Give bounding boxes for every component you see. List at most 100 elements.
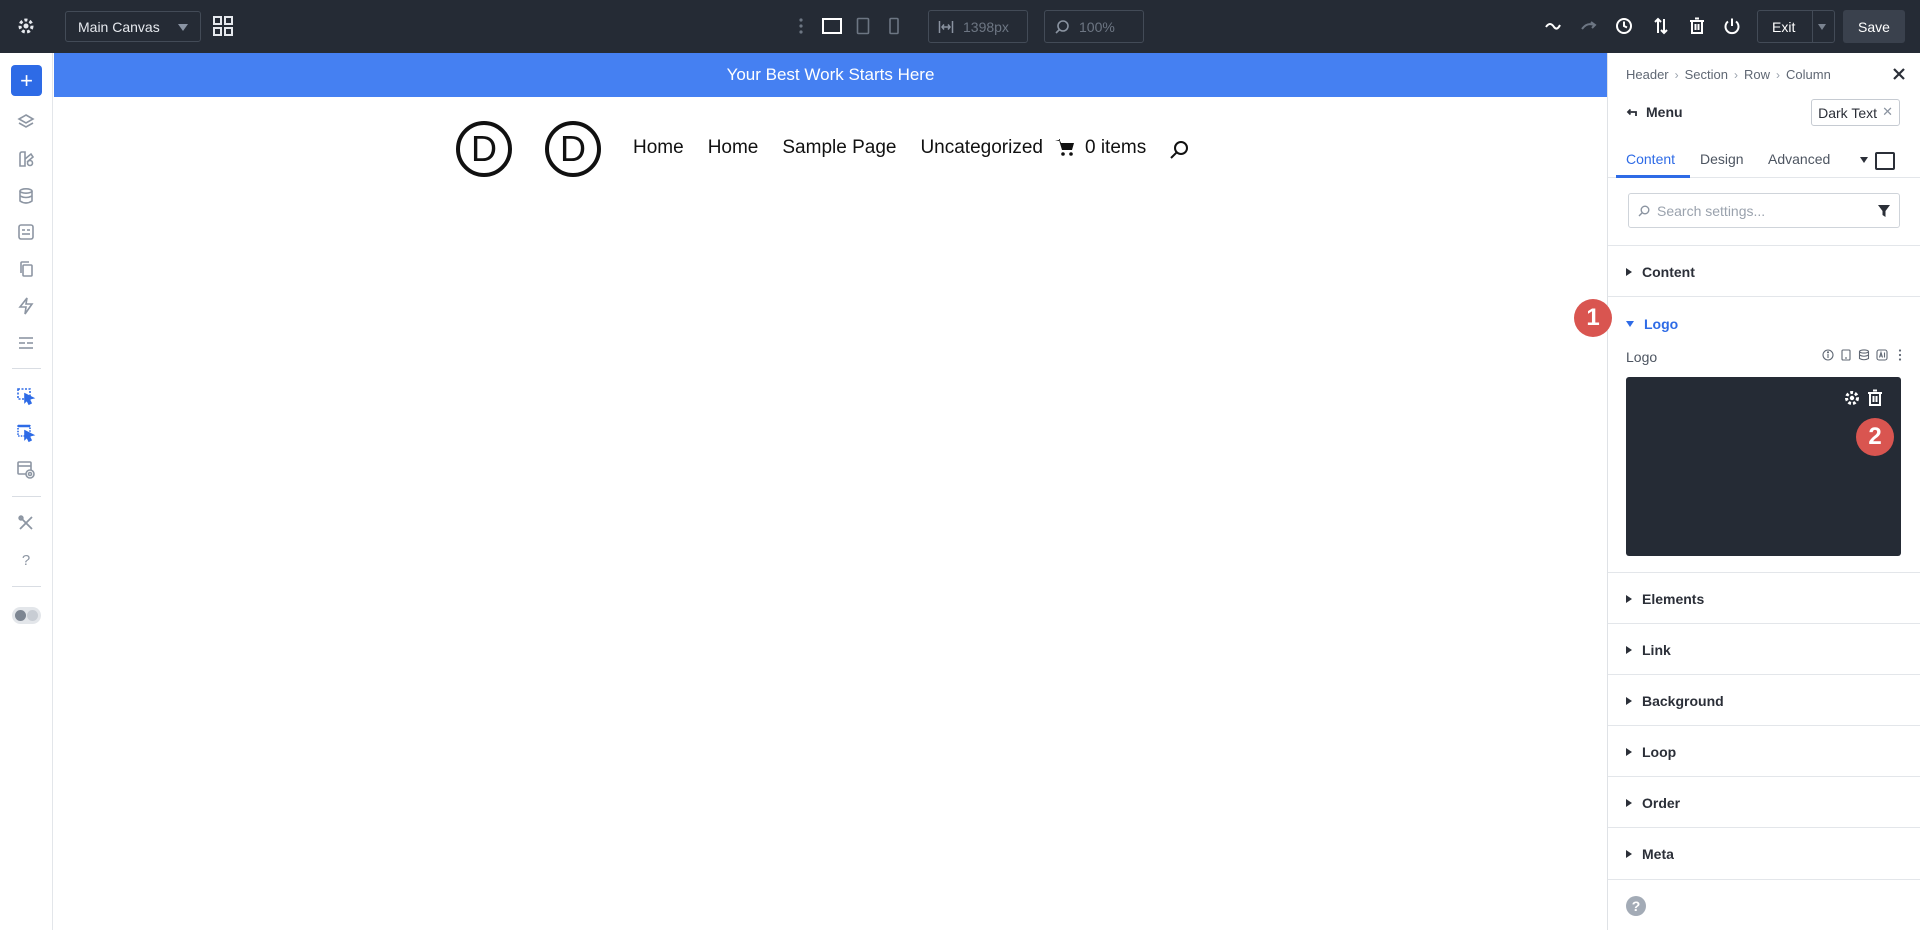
theme-toggle[interactable] — [12, 607, 41, 624]
site-logo-secondary[interactable]: D — [545, 121, 601, 177]
info-icon[interactable] — [1822, 349, 1834, 361]
logo-upload-field[interactable] — [1626, 377, 1901, 556]
responsive-icon[interactable] — [1840, 349, 1852, 361]
click-mode-icon[interactable] — [15, 385, 37, 407]
chevron-right-icon — [1626, 850, 1632, 858]
preview-mode-icon[interactable] — [15, 459, 37, 481]
divider — [1812, 11, 1813, 42]
chevron-right-icon — [1626, 748, 1632, 756]
chevron-right-icon — [1626, 646, 1632, 654]
pages-copy-icon[interactable] — [15, 258, 37, 280]
group-meta[interactable]: Meta — [1608, 828, 1920, 880]
remove-preset-icon[interactable]: ✕ — [1882, 104, 1893, 120]
more-vertical-icon[interactable] — [796, 15, 806, 37]
trash-icon[interactable] — [1686, 15, 1708, 37]
ai-icon[interactable] — [1876, 349, 1888, 361]
chevron-right-icon — [1626, 697, 1632, 705]
design-library-icon[interactable] — [15, 148, 37, 170]
gear-icon[interactable] — [1843, 389, 1861, 407]
module-title: Menu — [1626, 104, 1683, 120]
chevron-right-icon — [1626, 268, 1632, 276]
nav-item-uncategorized[interactable]: Uncategorized — [920, 137, 1043, 159]
group-link[interactable]: Link — [1608, 624, 1920, 675]
width-resize-icon — [938, 21, 954, 33]
preset-chip[interactable]: Dark Text ✕ — [1811, 99, 1900, 126]
settings-panel: Header › Section › Row › Column Menu Dar… — [1607, 53, 1920, 930]
portability-arrows-icon[interactable] — [1650, 15, 1672, 37]
tools-icon[interactable] — [15, 512, 37, 534]
toggle-knob-off — [27, 610, 38, 621]
close-icon[interactable] — [1888, 63, 1910, 85]
group-background[interactable]: Background — [1608, 675, 1920, 726]
phone-view-icon[interactable] — [885, 15, 903, 37]
divider — [12, 586, 41, 587]
exit-button[interactable]: Exit — [1757, 10, 1835, 43]
breadcrumb: Header › Section › Row › Column — [1626, 67, 1831, 82]
tablet-view-icon[interactable] — [853, 15, 873, 37]
group-label: Loop — [1642, 744, 1677, 760]
help-question-icon[interactable]: ? — [15, 549, 37, 571]
zoom-value: 100% — [1079, 18, 1115, 35]
group-header: Meta — [1626, 846, 1674, 862]
cart-link[interactable]: 0 items — [1054, 137, 1146, 159]
logo-letter: D — [560, 128, 586, 169]
group-header-logo[interactable]: Logo — [1626, 316, 1678, 332]
nav-item-sample-page[interactable]: Sample Page — [782, 137, 896, 159]
settings-search — [1608, 179, 1920, 246]
group-label: Order — [1642, 795, 1681, 811]
layers-icon[interactable] — [15, 111, 37, 133]
nav-item-home-2[interactable]: Home — [708, 137, 759, 159]
history-clock-icon[interactable] — [1613, 15, 1635, 37]
breadcrumb-row[interactable]: Row — [1744, 67, 1770, 82]
global-presets-icon[interactable] — [15, 221, 37, 243]
divider — [12, 496, 41, 497]
settings-gear-icon[interactable] — [14, 14, 38, 38]
desktop-view-icon[interactable] — [820, 15, 844, 37]
chevron-right-icon: › — [1776, 67, 1781, 82]
canvas-select[interactable]: Main Canvas — [65, 11, 201, 42]
group-header: Background — [1626, 693, 1724, 709]
tab-advanced[interactable]: Advanced — [1768, 151, 1830, 167]
lightning-icon[interactable] — [15, 295, 37, 317]
more-vertical-icon[interactable] — [1894, 349, 1906, 361]
breadcrumb-header[interactable]: Header — [1626, 67, 1669, 82]
group-order[interactable]: Order — [1608, 777, 1920, 828]
tab-more-chevron-icon[interactable] — [1860, 157, 1868, 163]
hover-mode-icon[interactable] — [15, 422, 37, 444]
nav-item-home[interactable]: Home — [633, 137, 684, 159]
tab-content[interactable]: Content — [1626, 151, 1675, 167]
grid-view-icon[interactable] — [210, 13, 236, 39]
group-label: Logo — [1644, 316, 1679, 332]
group-elements[interactable]: Elements — [1608, 573, 1920, 624]
toggle-knob — [15, 610, 26, 621]
step-badge-2: 2 — [1856, 418, 1894, 456]
back-arrow-icon[interactable] — [1626, 106, 1638, 118]
group-label: Link — [1642, 642, 1671, 658]
filter-icon[interactable] — [1878, 205, 1890, 217]
group-content[interactable]: Content — [1608, 246, 1920, 297]
undo-icon[interactable] — [1542, 15, 1564, 37]
exit-options-chevron-icon[interactable] — [1818, 24, 1826, 30]
power-icon[interactable] — [1721, 15, 1743, 37]
step-badge-1: 1 — [1574, 299, 1612, 337]
breadcrumb-section[interactable]: Section — [1685, 67, 1728, 82]
trash-icon[interactable] — [1866, 389, 1884, 407]
dynamic-content-icon[interactable] — [1858, 349, 1870, 361]
site-logo[interactable]: D — [456, 121, 512, 177]
canvas-width-field[interactable]: 1398px — [928, 10, 1028, 43]
tab-design[interactable]: Design — [1700, 151, 1744, 167]
breadcrumb-column[interactable]: Column — [1786, 67, 1831, 82]
search-settings-input[interactable] — [1628, 193, 1900, 228]
group-loop[interactable]: Loop — [1608, 726, 1920, 777]
redo-icon[interactable] — [1578, 15, 1600, 37]
chevron-down-icon — [178, 24, 188, 31]
save-button[interactable]: Save — [1843, 10, 1905, 43]
database-icon[interactable] — [15, 185, 37, 207]
page-settings-icon[interactable] — [15, 332, 37, 354]
zoom-field[interactable]: 100% — [1044, 10, 1144, 43]
help-icon[interactable]: ? — [1626, 896, 1646, 916]
cart-icon — [1054, 139, 1074, 156]
add-module-button[interactable]: + — [11, 65, 42, 96]
expand-panel-icon[interactable] — [1875, 152, 1895, 170]
search-icon[interactable] — [1168, 139, 1190, 161]
